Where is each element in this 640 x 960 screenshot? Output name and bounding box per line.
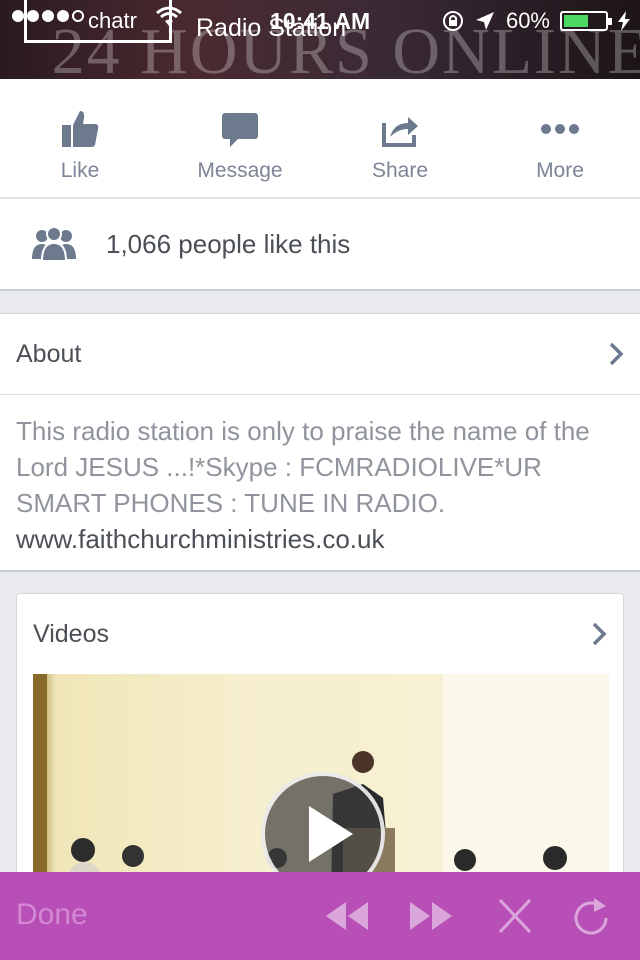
- more-button[interactable]: More: [480, 79, 640, 197]
- thumbs-up-icon: [58, 107, 102, 151]
- done-button[interactable]: Done: [16, 898, 88, 932]
- like-button[interactable]: Like: [0, 79, 160, 197]
- status-bar: chatr Radio Station 10:41 AM 60%: [0, 0, 640, 43]
- battery-icon: [560, 11, 612, 31]
- about-title: About: [16, 339, 82, 368]
- chevron-right-icon: [592, 622, 607, 646]
- rewind-icon[interactable]: [322, 896, 372, 936]
- fast-forward-icon[interactable]: [406, 896, 456, 936]
- battery-fill: [564, 15, 588, 27]
- more-icon: [538, 107, 582, 151]
- message-label: Message: [197, 159, 283, 182]
- more-label: More: [536, 159, 584, 182]
- likes-row[interactable]: 1,066 people like this: [0, 199, 640, 291]
- about-header[interactable]: About: [0, 314, 640, 395]
- refresh-icon[interactable]: [566, 896, 616, 936]
- wifi-icon: [156, 6, 182, 26]
- share-icon: [378, 107, 422, 151]
- share-button[interactable]: Share: [320, 79, 480, 197]
- charging-bolt-icon: [618, 11, 630, 31]
- video-thumbnail[interactable]: [33, 674, 609, 892]
- videos-title: Videos: [33, 619, 109, 648]
- carrier-name: chatr: [88, 8, 137, 33]
- likes-count-text: 1,066 people like this: [106, 228, 351, 259]
- message-icon: [218, 107, 262, 151]
- message-button[interactable]: Message: [160, 79, 320, 197]
- website-link[interactable]: www.faithchurchministries.co.uk: [16, 524, 384, 554]
- people-icon: [32, 227, 76, 261]
- about-section: About This radio station is only to prai…: [0, 313, 640, 572]
- like-label: Like: [60, 159, 100, 182]
- page-actions-bar: Like Message Share More: [0, 79, 640, 198]
- rotation-lock-icon: [442, 11, 463, 31]
- location-arrow-icon: [475, 12, 494, 30]
- about-description: This radio station is only to praise the…: [0, 395, 640, 557]
- about-description-text: This radio station is only to praise the…: [16, 416, 590, 518]
- signal-strength-icon: [12, 10, 84, 22]
- videos-header[interactable]: Videos: [17, 594, 623, 674]
- chevron-right-icon: [609, 342, 624, 366]
- browser-toolbar: Done: [0, 872, 640, 960]
- cover-photo: 24 HOURS ONLINE chatr Radio Station 10:4…: [0, 0, 640, 79]
- close-icon[interactable]: [490, 896, 540, 936]
- battery-percent: 60%: [505, 8, 550, 33]
- share-label: Share: [371, 159, 429, 182]
- status-time: 10:41 AM: [270, 8, 371, 34]
- videos-card: Videos: [16, 593, 624, 893]
- status-right-group: 60%: [442, 8, 630, 34]
